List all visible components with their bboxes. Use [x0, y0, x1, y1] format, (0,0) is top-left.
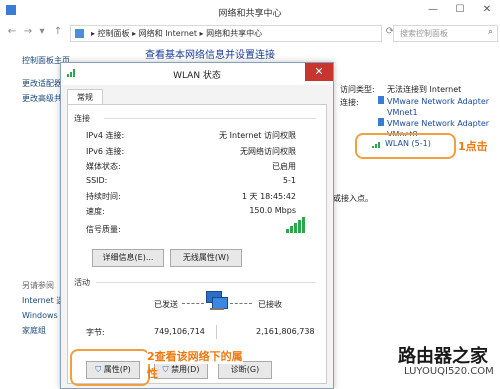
dialog-titlebar: WLAN 状态 ✕ — [61, 63, 333, 85]
annotation-step2-line1: 2查看该网络下的属 — [147, 348, 243, 364]
vmnet8-link-a[interactable]: VMware Network Adapter — [387, 119, 489, 128]
see-also-homegroup-link[interactable]: 家庭组 — [22, 325, 46, 336]
vmnet1-link-b[interactable]: VMnet1 — [387, 108, 418, 117]
watermark-url: LUYOUQI520.COM — [404, 366, 494, 377]
duration-value: 1 天 18:45:42 — [241, 192, 296, 201]
address-bar-row: ← → ▾ ↑ ▸ 控制面板 ▸ 网络和 Internet ▸ 网络和共享中心 … — [0, 22, 500, 44]
connections-label: 连接: — [340, 98, 359, 107]
access-type-label: 访问类型: — [340, 85, 375, 94]
see-also-internet-link[interactable]: Internet 选 — [22, 295, 64, 306]
watermark-brand: 路由器之家 — [398, 346, 488, 367]
chevron-down-icon[interactable]: ▾ — [36, 26, 48, 38]
sent-label: 已发送 — [154, 300, 178, 309]
access-type-value: 无法连接到 Internet — [387, 85, 462, 94]
divider — [216, 325, 217, 339]
details-button[interactable]: 详细信息(E)... — [92, 249, 164, 267]
adapter-icon — [378, 118, 384, 126]
duration-label: 持续时间: — [86, 192, 121, 201]
speed-value: 150.0 Mbps — [249, 206, 296, 215]
search-input[interactable]: 搜索控制面板 ⌕ — [393, 25, 498, 42]
breadcrumb: ▸ 控制面板 ▸ 网络和 Internet ▸ 网络和共享中心 — [91, 29, 263, 38]
signal-bars-icon — [286, 217, 306, 233]
disable-button-label: 禁用(D) — [171, 365, 200, 374]
bytes-received-value: 2,161,806,738 — [256, 327, 315, 336]
ipv4-label: IPv4 连接: — [86, 131, 125, 140]
wlan-link[interactable]: WLAN (5-1) — [385, 139, 431, 148]
ssid-value: 5-1 — [282, 176, 296, 185]
adapter-icon — [378, 96, 384, 104]
bytes-sent-value: 749,106,714 — [154, 327, 205, 336]
wireless-properties-button[interactable]: 无线属性(W) — [170, 249, 242, 267]
media-state-label: 媒体状态: — [86, 162, 121, 171]
network-computers-icon — [204, 289, 228, 311]
vmnet1-link-a[interactable]: VMware Network Adapter — [387, 97, 489, 106]
speed-label: 速度: — [86, 207, 105, 216]
window-titlebar: 网络和共享中心 — ☐ ✕ — [0, 0, 500, 23]
maximize-button[interactable]: ☐ — [447, 0, 473, 20]
ipv6-label: IPv6 连接: — [86, 147, 125, 156]
annotation-step1: 1点击 — [458, 140, 488, 153]
bytes-label: 字节: — [86, 328, 105, 337]
activity-group-label: 活动 — [74, 278, 90, 287]
search-placeholder: 搜索控制面板 — [400, 29, 448, 38]
see-also-title: 另请参阅 — [22, 281, 54, 290]
close-window-button[interactable]: ✕ — [474, 0, 500, 20]
annotation-step2-line2: 性 — [147, 367, 158, 380]
up-icon[interactable]: ↑ — [52, 26, 64, 38]
sent-line — [182, 303, 204, 305]
page-heading: 查看基本网络信息并设置连接 — [145, 50, 275, 61]
wifi-signal-icon — [372, 142, 382, 148]
connection-group-label: 连接 — [74, 114, 90, 123]
dialog-panel: 连接 IPv4 连接: 无 Internet 访问权限 IPv6 连接: 无网络… — [67, 104, 327, 384]
ipv4-value: 无 Internet 访问权限 — [219, 131, 296, 140]
media-state-value: 已启用 — [272, 162, 296, 171]
shield-icon: ⛉ — [162, 365, 169, 374]
received-label: 已接收 — [258, 300, 282, 309]
forward-icon[interactable]: → — [22, 26, 34, 38]
back-icon[interactable]: ← — [6, 26, 18, 38]
received-line — [230, 303, 252, 305]
ipv6-value: 无网络访问权限 — [240, 147, 296, 156]
signal-quality-label: 信号质量: — [86, 225, 121, 234]
address-input[interactable]: ▸ 控制面板 ▸ 网络和 Internet ▸ 网络和共享中心 — [70, 25, 382, 42]
dialog-close-button[interactable]: ✕ — [305, 63, 333, 81]
ssid-label: SSID: — [86, 176, 108, 185]
minimize-button[interactable]: — — [420, 0, 446, 20]
tab-general[interactable]: 常规 — [67, 89, 103, 105]
properties-highlight — [70, 349, 150, 386]
wlan-status-dialog: WLAN 状态 ✕ 常规 连接 IPv4 连接: 无 Internet 访问权限… — [60, 62, 334, 389]
control-panel-icon — [75, 29, 84, 38]
divider — [96, 282, 316, 283]
dialog-title: WLAN 状态 — [173, 71, 221, 81]
divider — [104, 118, 316, 119]
truncated-text: 或接入点。 — [333, 194, 373, 203]
search-icon: ⌕ — [487, 27, 493, 37]
